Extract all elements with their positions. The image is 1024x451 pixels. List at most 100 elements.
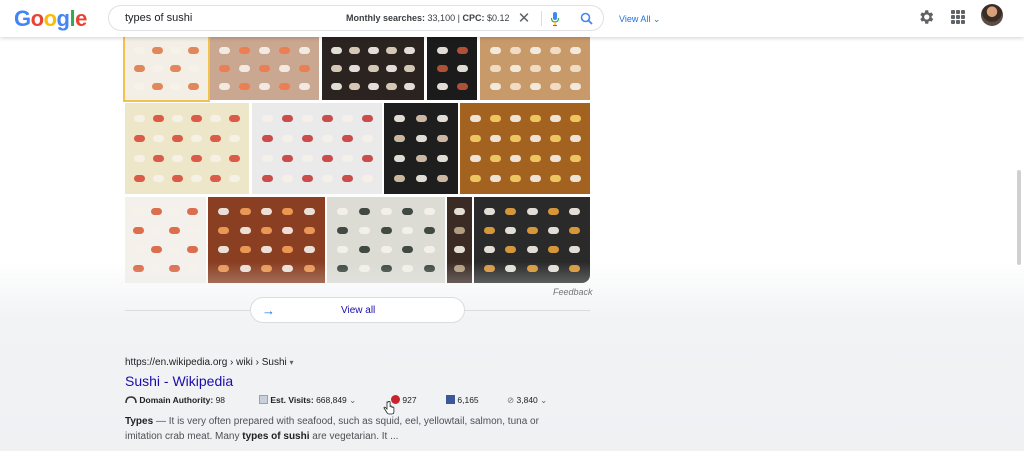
search-box[interactable]: types of sushi Monthly searches: 33,100 … bbox=[108, 5, 604, 31]
sushi-piece bbox=[436, 155, 448, 163]
sushi-piece bbox=[261, 155, 273, 163]
sushi-piece bbox=[394, 134, 406, 142]
sushi-piece bbox=[505, 208, 517, 215]
sushi-piece bbox=[529, 114, 541, 122]
microphone-icon[interactable] bbox=[550, 11, 560, 27]
sushi-piece bbox=[349, 82, 361, 90]
sushi-piece bbox=[281, 114, 293, 122]
sushi-piece bbox=[402, 208, 414, 215]
search-input[interactable]: types of sushi bbox=[125, 12, 192, 24]
sushi-piece bbox=[210, 114, 221, 122]
image-thumbnail-sushi-narrow-strip[interactable] bbox=[447, 197, 472, 283]
sushi-piece bbox=[261, 208, 272, 215]
sushi-piece bbox=[151, 227, 163, 234]
sushi-piece bbox=[454, 208, 465, 215]
sushi-piece bbox=[380, 208, 392, 215]
monthly-searches-value: 33,100 bbox=[427, 13, 456, 23]
image-thumbnail-salmon-nigiri-plate[interactable] bbox=[210, 36, 319, 100]
image-thumbnail-sushi-chart-white-card[interactable] bbox=[123, 34, 210, 102]
caret-down-icon[interactable]: ▾ bbox=[290, 358, 294, 367]
image-thumbnail-temari-sushi-dark[interactable] bbox=[474, 197, 590, 283]
image-thumbnail-sushi-rolls-closeup[interactable] bbox=[208, 197, 325, 283]
sushi-piece bbox=[402, 265, 414, 272]
image-thumbnail-sushi-types-black-chart[interactable] bbox=[384, 103, 458, 194]
sushi-piece bbox=[385, 46, 397, 54]
sushi-piece bbox=[385, 82, 397, 90]
facebook-icon bbox=[446, 395, 455, 404]
sushi-piece bbox=[153, 114, 164, 122]
sushi-piece bbox=[484, 227, 496, 234]
sushi-piece bbox=[549, 155, 561, 163]
sushi-piece bbox=[436, 175, 448, 183]
sushi-piece bbox=[456, 82, 468, 90]
apps-grid-icon[interactable] bbox=[951, 10, 965, 24]
sushi-piece bbox=[404, 46, 416, 54]
chevron-down-icon[interactable]: ⌄ bbox=[349, 395, 356, 405]
sushi-piece bbox=[301, 114, 313, 122]
feedback-link[interactable]: Feedback bbox=[553, 287, 593, 297]
sushi-piece bbox=[489, 64, 501, 72]
sushi-piece bbox=[367, 64, 379, 72]
sushi-piece bbox=[549, 82, 561, 90]
sushi-piece bbox=[569, 46, 581, 54]
sushi-piece bbox=[358, 208, 370, 215]
link-icon: ⊘ bbox=[507, 395, 515, 405]
sushi-piece bbox=[509, 155, 521, 163]
image-thumbnail-sushi-menu-dark[interactable] bbox=[322, 36, 424, 100]
image-thumbnail-sushi-grid-black[interactable] bbox=[427, 36, 477, 100]
sushi-piece bbox=[337, 208, 349, 215]
sushi-piece bbox=[191, 114, 202, 122]
sushi-piece bbox=[172, 155, 183, 163]
logo-letter: g bbox=[56, 6, 70, 31]
close-icon[interactable]: ✕ bbox=[516, 9, 532, 27]
sushi-piece bbox=[404, 64, 416, 72]
image-thumbnail-sushi-on-wood[interactable] bbox=[480, 36, 590, 100]
result-title-link[interactable]: Sushi - Wikipedia bbox=[125, 373, 233, 389]
sushi-piece bbox=[509, 114, 521, 122]
sushi-piece bbox=[547, 246, 559, 253]
sushi-piece bbox=[281, 155, 293, 163]
sushi-piece bbox=[172, 134, 183, 142]
sushi-piece bbox=[380, 265, 392, 272]
sushi-piece bbox=[367, 82, 379, 90]
sushi-piece bbox=[361, 114, 373, 122]
divider bbox=[125, 310, 251, 311]
scrollbar-thumb[interactable] bbox=[1017, 170, 1021, 265]
sushi-piece bbox=[133, 64, 145, 72]
sushi-piece bbox=[229, 114, 240, 122]
view-all-link[interactable]: View All ⌄ bbox=[619, 14, 660, 25]
snippet-bold: types of sushi bbox=[242, 431, 310, 442]
sushi-piece bbox=[261, 134, 273, 142]
sushi-piece bbox=[298, 46, 310, 54]
sushi-piece bbox=[239, 246, 251, 253]
sushi-piece bbox=[168, 246, 180, 253]
sushi-piece bbox=[151, 265, 163, 272]
sushi-piece bbox=[259, 64, 270, 72]
sushi-piece bbox=[151, 246, 163, 253]
result-url[interactable]: https://en.wikipedia.org › wiki › Sushi … bbox=[125, 357, 294, 368]
sushi-piece bbox=[261, 227, 272, 234]
view-all-button[interactable]: → View all bbox=[250, 297, 465, 323]
image-thumbnail-sushi-poster-pastel[interactable] bbox=[125, 103, 249, 194]
sushi-piece bbox=[218, 265, 230, 272]
visits-icon bbox=[259, 395, 268, 404]
image-thumbnail-sushi-illustration-white[interactable] bbox=[125, 197, 206, 283]
google-logo[interactable]: Google bbox=[14, 6, 87, 32]
image-thumbnail-types-of-sushi-poster[interactable] bbox=[460, 103, 590, 194]
sushi-piece bbox=[436, 114, 448, 122]
image-thumbnail-sushi-spread-white[interactable] bbox=[327, 197, 445, 283]
sushi-piece bbox=[337, 227, 349, 234]
gear-icon[interactable] bbox=[917, 8, 935, 26]
avatar[interactable] bbox=[981, 4, 1003, 26]
da-value: 98 bbox=[215, 395, 226, 405]
sushi-piece bbox=[303, 208, 315, 215]
sushi-piece bbox=[282, 265, 294, 272]
sushi-piece bbox=[168, 227, 180, 234]
da-label: Domain Authority: bbox=[139, 395, 214, 405]
chevron-down-icon[interactable]: ⌄ bbox=[540, 395, 547, 405]
sushi-piece bbox=[349, 46, 361, 54]
search-icon[interactable] bbox=[579, 11, 595, 27]
sushi-piece bbox=[394, 114, 406, 122]
sushi-piece bbox=[568, 227, 580, 234]
image-thumbnail-sushi-101-white[interactable] bbox=[252, 103, 382, 194]
